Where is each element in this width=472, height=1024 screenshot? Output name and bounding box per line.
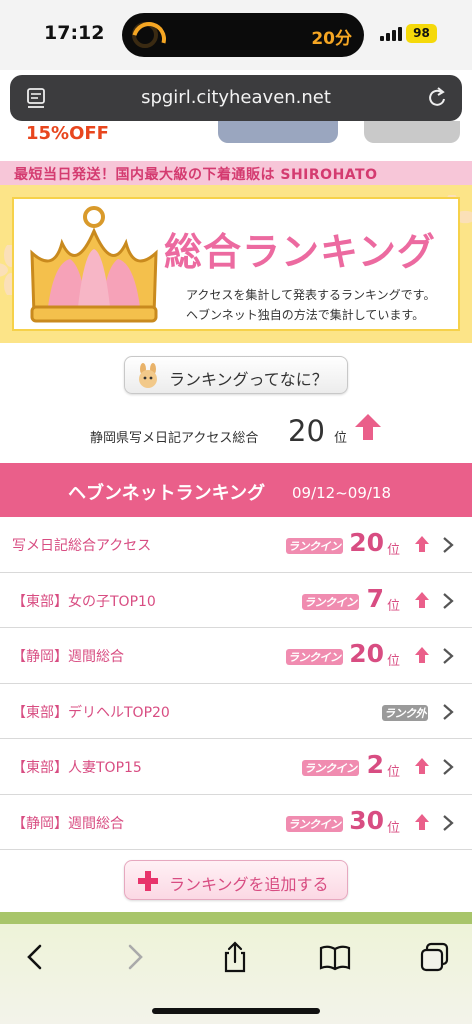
add-ranking-label: ランキングを追加する xyxy=(169,875,329,894)
what-is-ranking-label: ランキングってなに？ xyxy=(169,370,328,389)
heaven-net-ranking-header: ヘブンネットランキング 09/12~09/18 xyxy=(0,463,472,517)
url-text[interactable]: spgirl.cityheaven.net xyxy=(10,87,462,108)
top-ad-strip[interactable]: 15%OFF xyxy=(0,121,472,161)
rank-up-arrow-icon xyxy=(415,758,429,774)
ranking-unit: 位 xyxy=(387,820,401,836)
rank-out-badge: ランク外 xyxy=(382,704,428,721)
summary-unit: 位 xyxy=(334,431,348,446)
ranking-position: 30 xyxy=(349,805,384,835)
footer-band xyxy=(0,912,472,924)
ranking-row[interactable]: 【東部】女の子TOP10 ランクイン 7 位 xyxy=(0,572,472,628)
ranking-label: 【東部】女の子TOP10 xyxy=(12,593,156,610)
chevron-right-icon xyxy=(443,814,454,831)
reload-icon[interactable] xyxy=(426,86,448,110)
chevron-right-icon xyxy=(443,537,454,553)
ranking-position: 20 xyxy=(349,639,384,668)
ranking-label: 【東部】デリヘルTOP20 xyxy=(12,704,170,721)
island-timer: 20分 xyxy=(311,29,352,49)
ranking-unit: 位 xyxy=(387,765,401,780)
chevron-right-icon xyxy=(443,759,454,775)
sale-text: 15%OFF xyxy=(26,123,109,144)
banner-title: 総合ランキング xyxy=(164,230,436,274)
book-icon[interactable] xyxy=(318,940,352,974)
rank-up-arrow-icon xyxy=(415,813,429,830)
rank-up-arrow-icon xyxy=(355,414,381,440)
chevron-left-icon[interactable] xyxy=(18,940,52,974)
ranking-unit: 位 xyxy=(387,543,401,558)
ranking-row[interactable]: 【東部】デリヘルTOP20 ランク外 xyxy=(0,683,472,739)
rank-up-arrow-icon xyxy=(415,591,429,608)
promo-bar[interactable]: 最短当日発送！国内最大級の下着通販は SHIROHATO xyxy=(0,161,472,185)
banner-description: アクセスを集計して発表するランキングです。 ヘブンネット独自の方法で集計していま… xyxy=(186,285,435,325)
dynamic-island[interactable]: 20分 xyxy=(122,13,364,57)
ranking-row[interactable]: 写メ日記総合アクセス ランクイン 20 位 xyxy=(0,517,472,573)
ranking-list: 写メ日記総合アクセス ランクイン 20 位 【東部】女の子TOP10 ランクイン… xyxy=(0,517,472,850)
ranking-row[interactable]: 【静岡】週間総合 ランクイン 20 位 xyxy=(0,628,472,684)
tabs-icon[interactable] xyxy=(418,940,452,974)
ranking-position: 2 xyxy=(366,750,384,779)
signal-icon xyxy=(380,27,404,41)
banner-desc-line2: ヘブンネット独自の方法で集計しています。 xyxy=(186,308,425,322)
share-icon[interactable] xyxy=(218,940,252,974)
rank-up-arrow-icon xyxy=(415,647,429,663)
promo-text: 最短当日発送！国内最大級の下着通販は SHIROHATO xyxy=(14,167,378,183)
status-time: 17:12 xyxy=(44,22,105,44)
ranking-label: 写メ日記総合アクセス xyxy=(12,538,152,554)
date-range: 09/12~09/18 xyxy=(292,484,392,502)
ranking-row[interactable]: 【東部】人妻TOP15 ランクイン 2 位 xyxy=(0,739,472,795)
ranking-unit: 位 xyxy=(387,598,401,614)
summary-label: 静岡県写メ日記アクセス総合 xyxy=(90,431,259,446)
chevron-right-icon xyxy=(443,648,454,664)
plus-icon xyxy=(138,871,158,891)
summary-rank: 20 xyxy=(288,414,325,448)
ranking-position: 20 xyxy=(349,528,384,557)
rabbit-mascot-icon xyxy=(139,363,157,388)
address-bar[interactable]: spgirl.cityheaven.net xyxy=(10,75,462,121)
home-indicator xyxy=(152,1008,320,1014)
status-bar: 17:12 20分 98 xyxy=(0,0,472,70)
ranking-banner: 総合ランキング アクセスを集計して発表するランキングです。 ヘブンネット独自の方… xyxy=(0,185,472,343)
add-ranking-button[interactable]: ランキングを追加する xyxy=(124,860,348,900)
section-title: ヘブンネットランキング xyxy=(68,483,266,504)
crown-icon xyxy=(30,206,158,323)
what-is-ranking-button[interactable]: ランキングってなに？ xyxy=(124,356,348,394)
chevron-right-icon xyxy=(443,592,454,609)
banner-panel: 総合ランキング アクセスを集計して発表するランキングです。 ヘブンネット独自の方… xyxy=(12,197,460,331)
product-image xyxy=(364,121,460,143)
ranking-label: 【静岡】週間総合 xyxy=(12,649,124,665)
banner-desc-line1: アクセスを集計して発表するランキングです。 xyxy=(186,288,436,302)
prefecture-summary: 静岡県写メ日記アクセス総合 20 位 xyxy=(0,410,472,450)
ranking-unit: 位 xyxy=(387,654,401,669)
rank-in-badge: ランクイン xyxy=(286,649,343,665)
ranking-position: 7 xyxy=(366,583,384,613)
ranking-row[interactable]: 【静岡】週間総合 ランクイン 30 位 xyxy=(0,794,472,850)
ranking-label: 【東部】人妻TOP15 xyxy=(12,760,142,776)
ranking-label: 【静岡】週間総合 xyxy=(12,815,124,832)
product-image xyxy=(218,121,338,143)
rank-in-badge: ランクイン xyxy=(286,815,343,832)
rank-in-badge: ランクイン xyxy=(286,538,343,554)
battery-indicator: 98 xyxy=(406,24,437,43)
chevron-right-icon xyxy=(443,703,454,720)
rank-up-arrow-icon xyxy=(415,536,429,552)
chevron-right-icon[interactable] xyxy=(118,940,152,974)
timer-ring-icon xyxy=(132,22,158,48)
